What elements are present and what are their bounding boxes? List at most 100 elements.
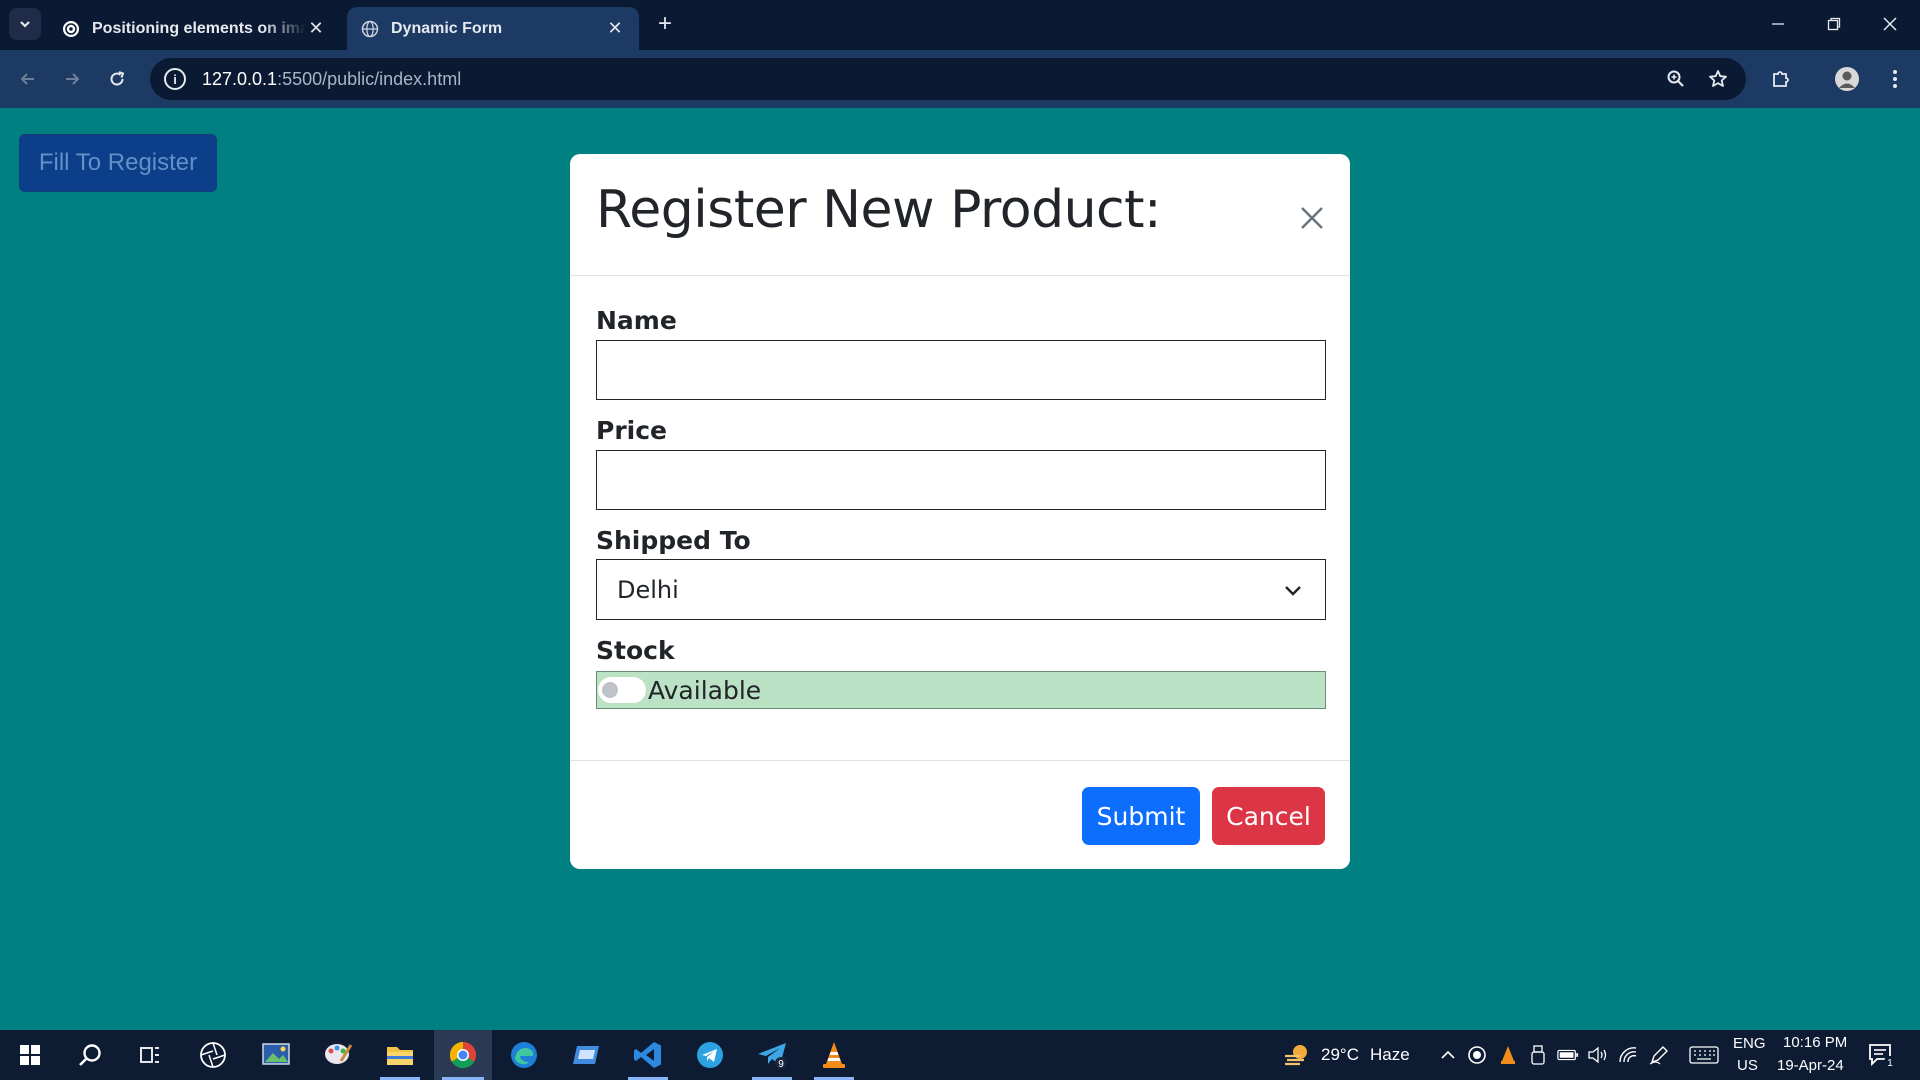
stock-label: Stock <box>596 636 675 665</box>
taskbar-app-telegram-desktop[interactable]: 9 <box>744 1030 800 1080</box>
tab-search-button[interactable] <box>9 8 41 40</box>
minimize-button[interactable] <box>1750 0 1806 48</box>
price-label: Price <box>596 416 667 445</box>
language-indicator-top[interactable]: ENG <box>1733 1035 1766 1052</box>
close-icon <box>1301 207 1323 229</box>
close-icon <box>1883 17 1897 31</box>
photos-icon <box>262 1043 290 1065</box>
remote-desktop-icon <box>573 1046 599 1064</box>
vscode-icon <box>634 1042 661 1068</box>
toggle-knob <box>602 682 618 698</box>
shipped-to-select[interactable]: Delhi <box>596 559 1326 620</box>
browser-toolbar: i 127.0.0.1:5500/public/index.html <box>0 50 1920 108</box>
clock-date[interactable]: 19-Apr-24 <box>1777 1057 1844 1074</box>
reload-button[interactable] <box>102 64 132 94</box>
bookmark-star-icon[interactable] <box>1706 67 1730 91</box>
pen-icon[interactable] <box>1648 1044 1670 1066</box>
aperture-icon <box>200 1042 226 1068</box>
browser-menu-button[interactable] <box>1880 64 1910 94</box>
new-tab-button[interactable]: + <box>652 12 678 38</box>
windows-logo-icon <box>20 1045 40 1065</box>
weather-icon[interactable] <box>1282 1040 1312 1070</box>
url-host: 127.0.0.1 <box>202 68 278 89</box>
fill-to-register-button[interactable]: Fill To Register <box>19 134 217 192</box>
modal-close-button[interactable] <box>1292 198 1332 238</box>
start-button[interactable] <box>2 1030 58 1080</box>
globe-icon <box>361 20 379 38</box>
task-view-button[interactable] <box>122 1030 178 1080</box>
notification-count: 1 <box>1887 1058 1893 1069</box>
back-button[interactable] <box>13 64 43 94</box>
submit-button[interactable]: Submit <box>1082 787 1200 845</box>
vlc-cone-icon <box>823 1042 845 1068</box>
browser-tab-bar: Positioning elements on image ✕ Dynamic … <box>0 0 1920 50</box>
taskbar-app-paint[interactable] <box>310 1030 366 1080</box>
taskbar-app-telegram[interactable] <box>682 1030 738 1080</box>
chevron-down-icon <box>1273 570 1313 610</box>
tab-positioning-elements[interactable]: Positioning elements on image ✕ <box>48 7 340 50</box>
tab-title: Positioning elements on image <box>92 19 306 37</box>
tab-dynamic-form[interactable]: Dynamic Form ✕ <box>347 7 639 50</box>
minimize-icon <box>1772 23 1784 25</box>
url-path: :5500/public/index.html <box>277 68 462 89</box>
close-tab-icon[interactable]: ✕ <box>605 18 625 39</box>
cancel-button[interactable]: Cancel <box>1212 787 1325 845</box>
close-window-button[interactable] <box>1862 0 1918 48</box>
taskbar-search-button[interactable] <box>62 1030 118 1080</box>
name-input[interactable] <box>596 340 1326 400</box>
chatgpt-icon <box>62 20 80 38</box>
paper-plane-icon: 9 <box>758 1043 787 1070</box>
weather-temperature[interactable]: 29°C <box>1321 1045 1359 1065</box>
taskbar-app-remote[interactable] <box>558 1030 614 1080</box>
taskbar-app-vlc[interactable] <box>806 1030 862 1080</box>
weather-description[interactable]: Haze <box>1370 1045 1410 1065</box>
taskbar-app-aperture[interactable] <box>185 1030 241 1080</box>
tab-title: Dynamic Form <box>391 19 503 37</box>
record-icon[interactable] <box>1466 1044 1488 1066</box>
taskbar-app-file-explorer[interactable] <box>372 1030 428 1080</box>
task-view-icon <box>140 1047 159 1063</box>
modal-footer: Submit Cancel <box>570 760 1350 869</box>
wifi-icon[interactable] <box>1617 1044 1639 1066</box>
site-info-icon[interactable]: i <box>164 68 186 90</box>
battery-icon[interactable] <box>1557 1044 1579 1066</box>
taskbar-app-photos[interactable] <box>248 1030 304 1080</box>
taskbar-app-vscode[interactable] <box>620 1030 676 1080</box>
puzzle-icon <box>1773 71 1789 87</box>
avatar-icon <box>1835 67 1859 91</box>
clock-time[interactable]: 10:16 PM <box>1783 1034 1847 1051</box>
arrow-right-icon <box>66 73 80 85</box>
close-tab-icon[interactable]: ✕ <box>306 18 326 39</box>
shipped-to-label: Shipped To <box>596 526 751 555</box>
restore-button[interactable] <box>1806 0 1862 48</box>
extensions-button[interactable] <box>1766 64 1796 94</box>
profile-avatar[interactable] <box>1832 64 1862 94</box>
name-label: Name <box>596 306 677 335</box>
address-bar[interactable]: i 127.0.0.1:5500/public/index.html <box>150 58 1746 100</box>
taskbar-app-edge[interactable] <box>496 1030 552 1080</box>
windows-taskbar: 9 29°C Haze ENG US 10:16 PM 19-Apr-24 1 <box>0 1030 1920 1080</box>
taskbar-app-chrome[interactable] <box>434 1030 492 1080</box>
language-indicator-bottom[interactable]: US <box>1737 1057 1758 1074</box>
usb-device-icon[interactable] <box>1527 1044 1549 1066</box>
paint-palette-icon <box>325 1044 353 1064</box>
arrow-left-icon <box>20 73 34 85</box>
price-input[interactable] <box>596 450 1326 510</box>
register-product-modal: Register New Product: Name Price Shipped… <box>570 154 1350 869</box>
folder-icon <box>387 1047 413 1065</box>
telegram-badge: 9 <box>778 1059 784 1070</box>
stock-field: Available <box>596 671 1326 709</box>
keyboard-icon[interactable] <box>1688 1044 1720 1066</box>
restore-icon <box>1827 17 1841 31</box>
notification-center-button[interactable]: 1 <box>1866 1040 1896 1070</box>
chrome-icon <box>449 1041 477 1069</box>
telegram-icon <box>697 1042 723 1068</box>
vlc-tray-icon[interactable] <box>1497 1044 1519 1066</box>
show-hidden-icons-chevron-up-icon[interactable] <box>1437 1044 1459 1066</box>
stock-status-text: Available <box>648 675 762 705</box>
stock-toggle[interactable] <box>598 677 646 703</box>
volume-icon[interactable] <box>1587 1044 1609 1066</box>
forward-button[interactable] <box>57 64 87 94</box>
modal-header: Register New Product: <box>570 154 1350 276</box>
zoom-icon[interactable] <box>1664 67 1688 91</box>
